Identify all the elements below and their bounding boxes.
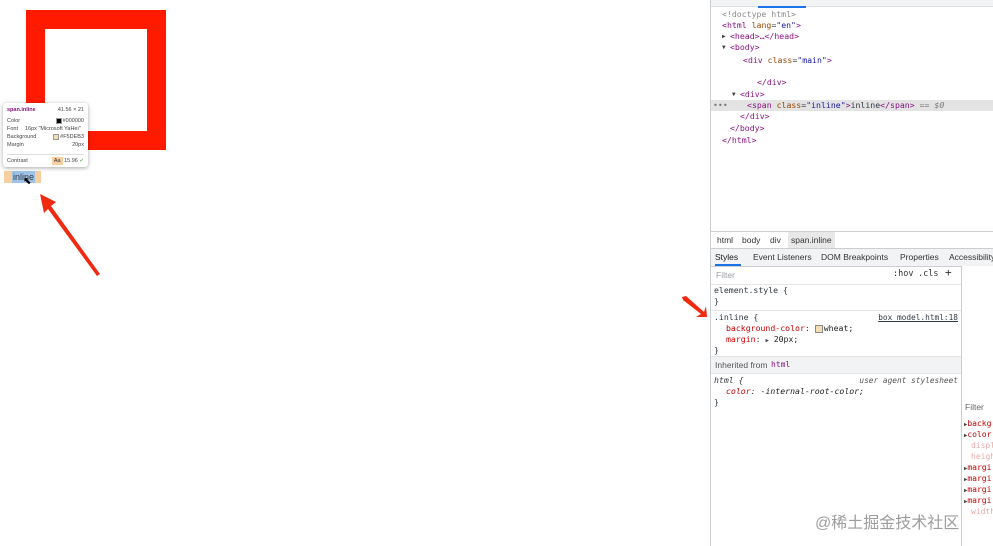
- hov-toggle-button[interactable]: :hov: [893, 269, 913, 279]
- dom-node-div-main[interactable]: <div class="main">: [711, 55, 993, 66]
- devtools-panel: <!doctype html> <html lang="en"> ▶ <head…: [710, 0, 993, 546]
- styles-filter-input[interactable]: [714, 268, 890, 281]
- tooltip-margin-label: Margin: [7, 142, 24, 148]
- computed-filter-input[interactable]: Filter: [965, 402, 984, 412]
- rule-selector: .inline {: [714, 312, 759, 322]
- computed-prop[interactable]: ▶margi: [964, 474, 991, 483]
- computed-prop[interactable]: width: [971, 507, 993, 516]
- computed-prop[interactable]: ▶margi: [964, 485, 991, 494]
- breadcrumb-body[interactable]: body: [739, 232, 763, 248]
- dom-node-html-close[interactable]: </html>: [711, 135, 993, 146]
- inherited-tag-link[interactable]: html: [771, 357, 790, 373]
- devtools-toolbar: [711, 0, 993, 8]
- styles-pane: :hov .cls + element.style { } .inline { …: [711, 266, 962, 546]
- tooltip-contrast-label: Contrast: [7, 158, 28, 164]
- tooltip-contrast-value: 15.96: [64, 158, 78, 164]
- color-swatch-icon[interactable]: [814, 324, 823, 333]
- tooltip-background-value: #F5DEB3: [60, 134, 84, 140]
- dom-node-div[interactable]: ▼ <div>: [711, 89, 993, 100]
- computed-prop[interactable]: heigh: [971, 452, 993, 461]
- expand-triangle-icon[interactable]: ▶: [765, 338, 768, 344]
- inline-class-rule[interactable]: .inline { box_model.html:18 background-c…: [711, 312, 961, 356]
- rule-divider: [711, 310, 961, 311]
- styles-filter-bar: :hov .cls +: [711, 266, 961, 285]
- contrast-badge: Aa: [51, 157, 63, 166]
- prop-margin[interactable]: margin: ▶ 20px;: [726, 334, 798, 347]
- tooltip-color-value: #000000: [62, 118, 84, 124]
- inherited-from-header: Inherited from html: [711, 356, 961, 374]
- tab-event-listeners[interactable]: Event Listeners: [753, 249, 812, 266]
- tab-accessibility[interactable]: Accessibility: [949, 249, 993, 266]
- breadcrumb-div[interactable]: div: [767, 232, 784, 248]
- computed-prop[interactable]: ▶color: [964, 430, 991, 439]
- red-arrow-icon: [40, 194, 100, 276]
- dom-node-doctype[interactable]: <!doctype html>: [711, 9, 993, 20]
- tab-properties[interactable]: Properties: [900, 249, 939, 266]
- cls-toggle-button[interactable]: .cls: [918, 269, 938, 279]
- computed-prop[interactable]: ▶margi: [964, 463, 991, 472]
- sidebar-tabs: Styles Event Listeners DOM Breakpoints P…: [711, 248, 993, 267]
- computed-prop[interactable]: displ: [971, 441, 993, 450]
- background-swatch-icon: [53, 133, 60, 140]
- breadcrumb: html body div span.inline: [711, 231, 993, 248]
- expand-triangle-icon[interactable]: ▶: [722, 31, 726, 42]
- prop-background-color[interactable]: background-color: wheat;: [726, 323, 853, 334]
- html-ua-rule[interactable]: html { user agent stylesheet color: -int…: [711, 375, 961, 411]
- computed-prop[interactable]: ▶margi: [964, 496, 991, 505]
- dom-node-html[interactable]: <html lang="en">: [711, 20, 993, 31]
- tooltip-margin-value: 20px: [72, 142, 84, 148]
- element-style-rule[interactable]: element.style { }: [711, 285, 961, 309]
- computed-pane: Filter ▶backg ▶color displ heigh ▶margi …: [962, 266, 993, 546]
- tooltip-selector: span.inline: [7, 107, 36, 113]
- page-viewport: inline ⬉ span.inline 41.56 × 21 Color #0…: [0, 0, 710, 546]
- collapse-triangle-icon[interactable]: ▼: [722, 42, 726, 53]
- breadcrumb-span-inline[interactable]: span.inline: [788, 232, 835, 248]
- color-swatch-icon: [55, 117, 62, 124]
- user-agent-stylesheet-label: user agent stylesheet: [859, 376, 958, 385]
- more-options-icon[interactable]: •••: [713, 100, 728, 111]
- mouse-cursor-icon: ⬉: [23, 176, 32, 187]
- dom-node-div-close[interactable]: </div>: [711, 111, 993, 122]
- dom-node-div-main-close[interactable]: </div>: [711, 77, 993, 88]
- rule-source-link[interactable]: box_model.html:18: [878, 312, 958, 323]
- tab-styles[interactable]: Styles: [715, 249, 741, 266]
- red-arrow-icon: [682, 296, 707, 317]
- tooltip-divider: [7, 154, 84, 155]
- inspect-tooltip: span.inline 41.56 × 21 Color #000000 Fon…: [3, 103, 88, 167]
- check-icon: ✓: [79, 158, 84, 164]
- computed-prop[interactable]: ▶backg: [964, 419, 991, 428]
- dom-node-body[interactable]: ▼ <body>: [711, 42, 993, 53]
- watermark: @稀土掘金技术社区: [815, 515, 960, 532]
- collapse-triangle-icon[interactable]: ▼: [732, 89, 736, 100]
- tab-dom-breakpoints[interactable]: DOM Breakpoints: [821, 249, 888, 266]
- elements-tree: <!doctype html> <html lang="en"> ▶ <head…: [711, 7, 993, 229]
- breadcrumb-html[interactable]: html: [714, 232, 736, 248]
- new-rule-plus-icon[interactable]: +: [945, 266, 952, 279]
- dom-node-head[interactable]: ▶ <head>…</head>: [711, 31, 993, 42]
- dom-node-span-inline[interactable]: ••• <span class="inline">inline</span> =…: [711, 100, 993, 111]
- dom-node-body-close[interactable]: </body>: [711, 123, 993, 134]
- tooltip-dimensions: 41.56 × 21: [57, 107, 84, 113]
